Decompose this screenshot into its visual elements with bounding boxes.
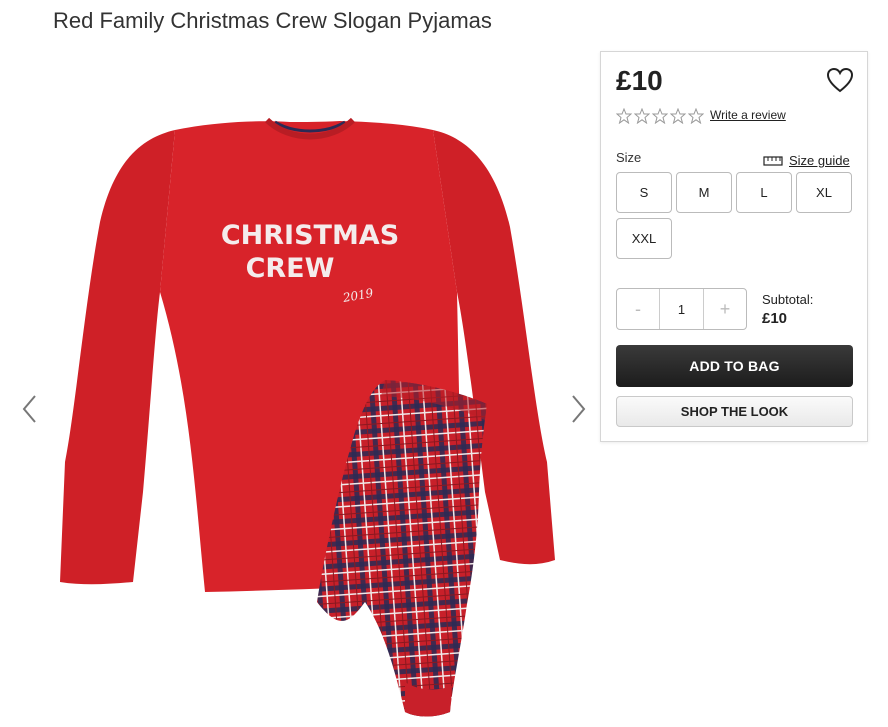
star-icon (634, 108, 650, 124)
chevron-right-icon (572, 395, 586, 423)
star-icon (688, 108, 704, 124)
subtotal-value: £10 (762, 310, 788, 327)
star-icon (616, 108, 632, 124)
quantity-decrease-button[interactable]: - (617, 289, 659, 329)
size-option-m[interactable]: M (676, 172, 732, 213)
product-title: Red Family Christmas Crew Slogan Pyjamas (53, 8, 492, 33)
size-guide-link[interactable]: Size guide (763, 153, 850, 168)
quantity-increase-button[interactable]: + (704, 289, 746, 329)
size-guide-label: Size guide (789, 153, 850, 168)
star-icon (652, 108, 668, 124)
size-option-l[interactable]: L (736, 172, 792, 213)
product-image: CHRISTMAS CREW 2019 (60, 117, 555, 717)
shirt-slogan-line1: CHRISTMAS (221, 220, 399, 251)
size-option-xl[interactable]: XL (796, 172, 852, 213)
ruler-icon (763, 155, 783, 166)
price: £10 (616, 65, 663, 96)
shop-the-look-button[interactable]: SHOP THE LOOK (616, 396, 853, 427)
quantity-input[interactable]: 1 (659, 289, 704, 329)
add-to-bag-button[interactable]: ADD TO BAG (616, 345, 853, 387)
write-review-link[interactable]: Write a review (710, 108, 786, 122)
size-option-xxl[interactable]: XXL (616, 218, 672, 259)
star-icon (670, 108, 686, 124)
heart-icon (826, 67, 854, 93)
shirt-slogan-line2: CREW (246, 253, 335, 284)
subtotal-label: Subtotal: (762, 292, 814, 307)
size-label: Size (616, 150, 642, 165)
quantity-stepper: - 1 + (616, 288, 747, 330)
product-gallery: CHRISTMAS CREW 2019 (0, 50, 600, 727)
rating-stars (616, 108, 704, 124)
purchase-panel: £10 Write a review Size Size guide S M L… (600, 51, 868, 442)
gallery-prev-button[interactable] (18, 392, 42, 426)
gallery-next-button[interactable] (566, 392, 590, 426)
size-option-s[interactable]: S (616, 172, 672, 213)
chevron-left-icon (22, 395, 36, 423)
wishlist-button[interactable] (825, 66, 855, 94)
